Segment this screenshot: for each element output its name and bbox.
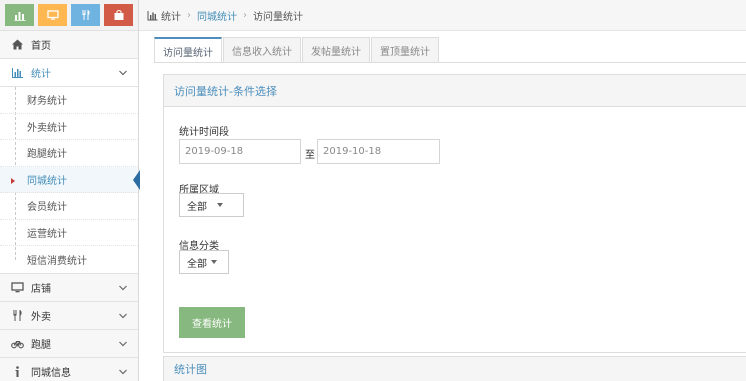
filter-panel-title: 访问量统计-条件选择: [164, 75, 746, 107]
filter-panel: 访问量统计-条件选择 统计时间段 2019-09-18 至 2019-10-18…: [163, 74, 746, 353]
chevron-down-icon: [119, 341, 127, 346]
bar-chart-icon: [14, 12, 25, 21]
sidebar-subitem-label: 跑腿统计: [27, 149, 67, 161]
view-stats-button[interactable]: 查看统计: [179, 307, 245, 338]
sidebar-item-label: 同城信息: [31, 367, 71, 379]
app-window: 首页 统计 财务统计 外卖统计 跑腿统计 同城统计 会员统计 运营统计 短信消费…: [0, 0, 746, 381]
chart-panel-title: 统计图: [163, 356, 746, 381]
bar-chart-icon: [147, 10, 158, 20]
sidebar-subitem-errand-stats[interactable]: 跑腿统计: [0, 140, 138, 167]
stats-submenu: 财务统计 外卖统计 跑腿统计 同城统计 会员统计 运营统计 短信消费统计: [0, 87, 140, 274]
chevron-right-icon: ›: [243, 9, 247, 21]
caret-down-icon: [217, 203, 223, 207]
shortcut-bar: [0, 0, 138, 31]
sidebar-subitem-operation-stats[interactable]: 运营统计: [0, 220, 138, 246]
tab-visit-stats[interactable]: 访问量统计: [154, 37, 222, 63]
sidebar-subitem-city-stats[interactable]: 同城统计: [0, 166, 140, 193]
sidebar-item-label: 跑腿: [31, 339, 51, 351]
monitor-icon: [10, 280, 24, 294]
to-label: 至: [305, 150, 315, 161]
sidebar-subitem-label: 外卖统计: [27, 122, 67, 134]
sidebar-subitem-label: 财务统计: [27, 96, 67, 108]
sidebar-subitem-takeout-stats[interactable]: 外卖统计: [0, 114, 138, 140]
breadcrumb: 统计 › 同城统计 › 访问量统计: [139, 0, 746, 31]
home-icon: [10, 38, 24, 52]
date-from-input[interactable]: 2019-09-18: [179, 139, 301, 164]
category-select[interactable]: 全部: [179, 250, 229, 274]
restaurant-icon: [10, 308, 24, 322]
sidebar-item-takeout[interactable]: 外卖: [0, 301, 138, 330]
caret-down-icon: [211, 260, 217, 264]
shortcut-mall-button[interactable]: [104, 4, 133, 26]
sidebar-item-label: 首页: [31, 41, 51, 52]
sidebar-item-city-info[interactable]: 同城信息: [0, 357, 138, 381]
sidebar-subitem-label: 同城统计: [27, 175, 67, 187]
sidebar-subitem-sms-stats[interactable]: 短信消费统计: [0, 246, 138, 273]
sidebar-subitem-member-stats[interactable]: 会员统计: [0, 193, 138, 220]
category-select-value: 全部: [187, 258, 207, 270]
shopping-bag-icon: [114, 10, 123, 20]
tab-post-stats[interactable]: 发帖量统计: [302, 37, 370, 62]
region-select-value: 全部: [187, 201, 207, 213]
sidebar-item-shop[interactable]: 店铺: [0, 273, 138, 302]
monitor-icon: [46, 10, 59, 20]
bar-chart-icon: [10, 66, 24, 80]
breadcrumb-current: 访问量统计: [253, 11, 303, 23]
sidebar-subitem-finance-stats[interactable]: 财务统计: [0, 87, 138, 114]
shortcut-shop-button[interactable]: [38, 4, 67, 26]
chevron-down-icon: [119, 285, 127, 290]
main-content: 统计 › 同城统计 › 访问量统计 访问量统计 信息收入统计 发帖量统计 置顶量…: [139, 0, 746, 381]
region-select[interactable]: 全部: [179, 193, 244, 217]
sidebar-item-stats[interactable]: 统计: [0, 59, 138, 87]
active-marker-icon: [11, 177, 15, 184]
sidebar-item-label: 外卖: [31, 311, 51, 323]
date-to-input[interactable]: 2019-10-18: [317, 139, 440, 164]
breadcrumb-root[interactable]: 统计: [161, 8, 181, 23]
sidebar-subitem-label: 短信消费统计: [27, 255, 87, 267]
period-label: 统计时间段: [179, 127, 229, 138]
breadcrumb-parent-link[interactable]: 同城统计: [197, 8, 237, 23]
sidebar-item-label: 统计: [31, 69, 51, 80]
sidebar-item-errand[interactable]: 跑腿: [0, 329, 138, 358]
sidebar: 首页 统计 财务统计 外卖统计 跑腿统计 同城统计 会员统计 运营统计 短信消费…: [0, 0, 140, 381]
bicycle-icon: [10, 336, 24, 350]
sidebar-subitem-label: 会员统计: [27, 202, 67, 214]
tab-income-stats[interactable]: 信息收入统计: [223, 37, 301, 62]
tab-bar: 访问量统计 信息收入统计 发帖量统计 置顶量统计: [154, 37, 440, 63]
sidebar-item-home[interactable]: 首页: [0, 31, 138, 59]
tab-divider: [154, 62, 746, 63]
shortcut-stats-button[interactable]: [5, 4, 34, 26]
chevron-right-icon: ›: [187, 9, 191, 21]
sidebar-item-label: 店铺: [31, 283, 51, 295]
shortcut-takeout-button[interactable]: [71, 4, 100, 26]
sidebar-subitem-label: 运营统计: [27, 228, 67, 240]
info-icon: [10, 364, 24, 378]
chevron-down-icon: [119, 369, 127, 374]
restaurant-icon: [82, 10, 90, 20]
chevron-down-icon: [119, 313, 127, 318]
tab-top-stats[interactable]: 置顶量统计: [371, 37, 439, 62]
chevron-down-icon: [119, 70, 127, 76]
